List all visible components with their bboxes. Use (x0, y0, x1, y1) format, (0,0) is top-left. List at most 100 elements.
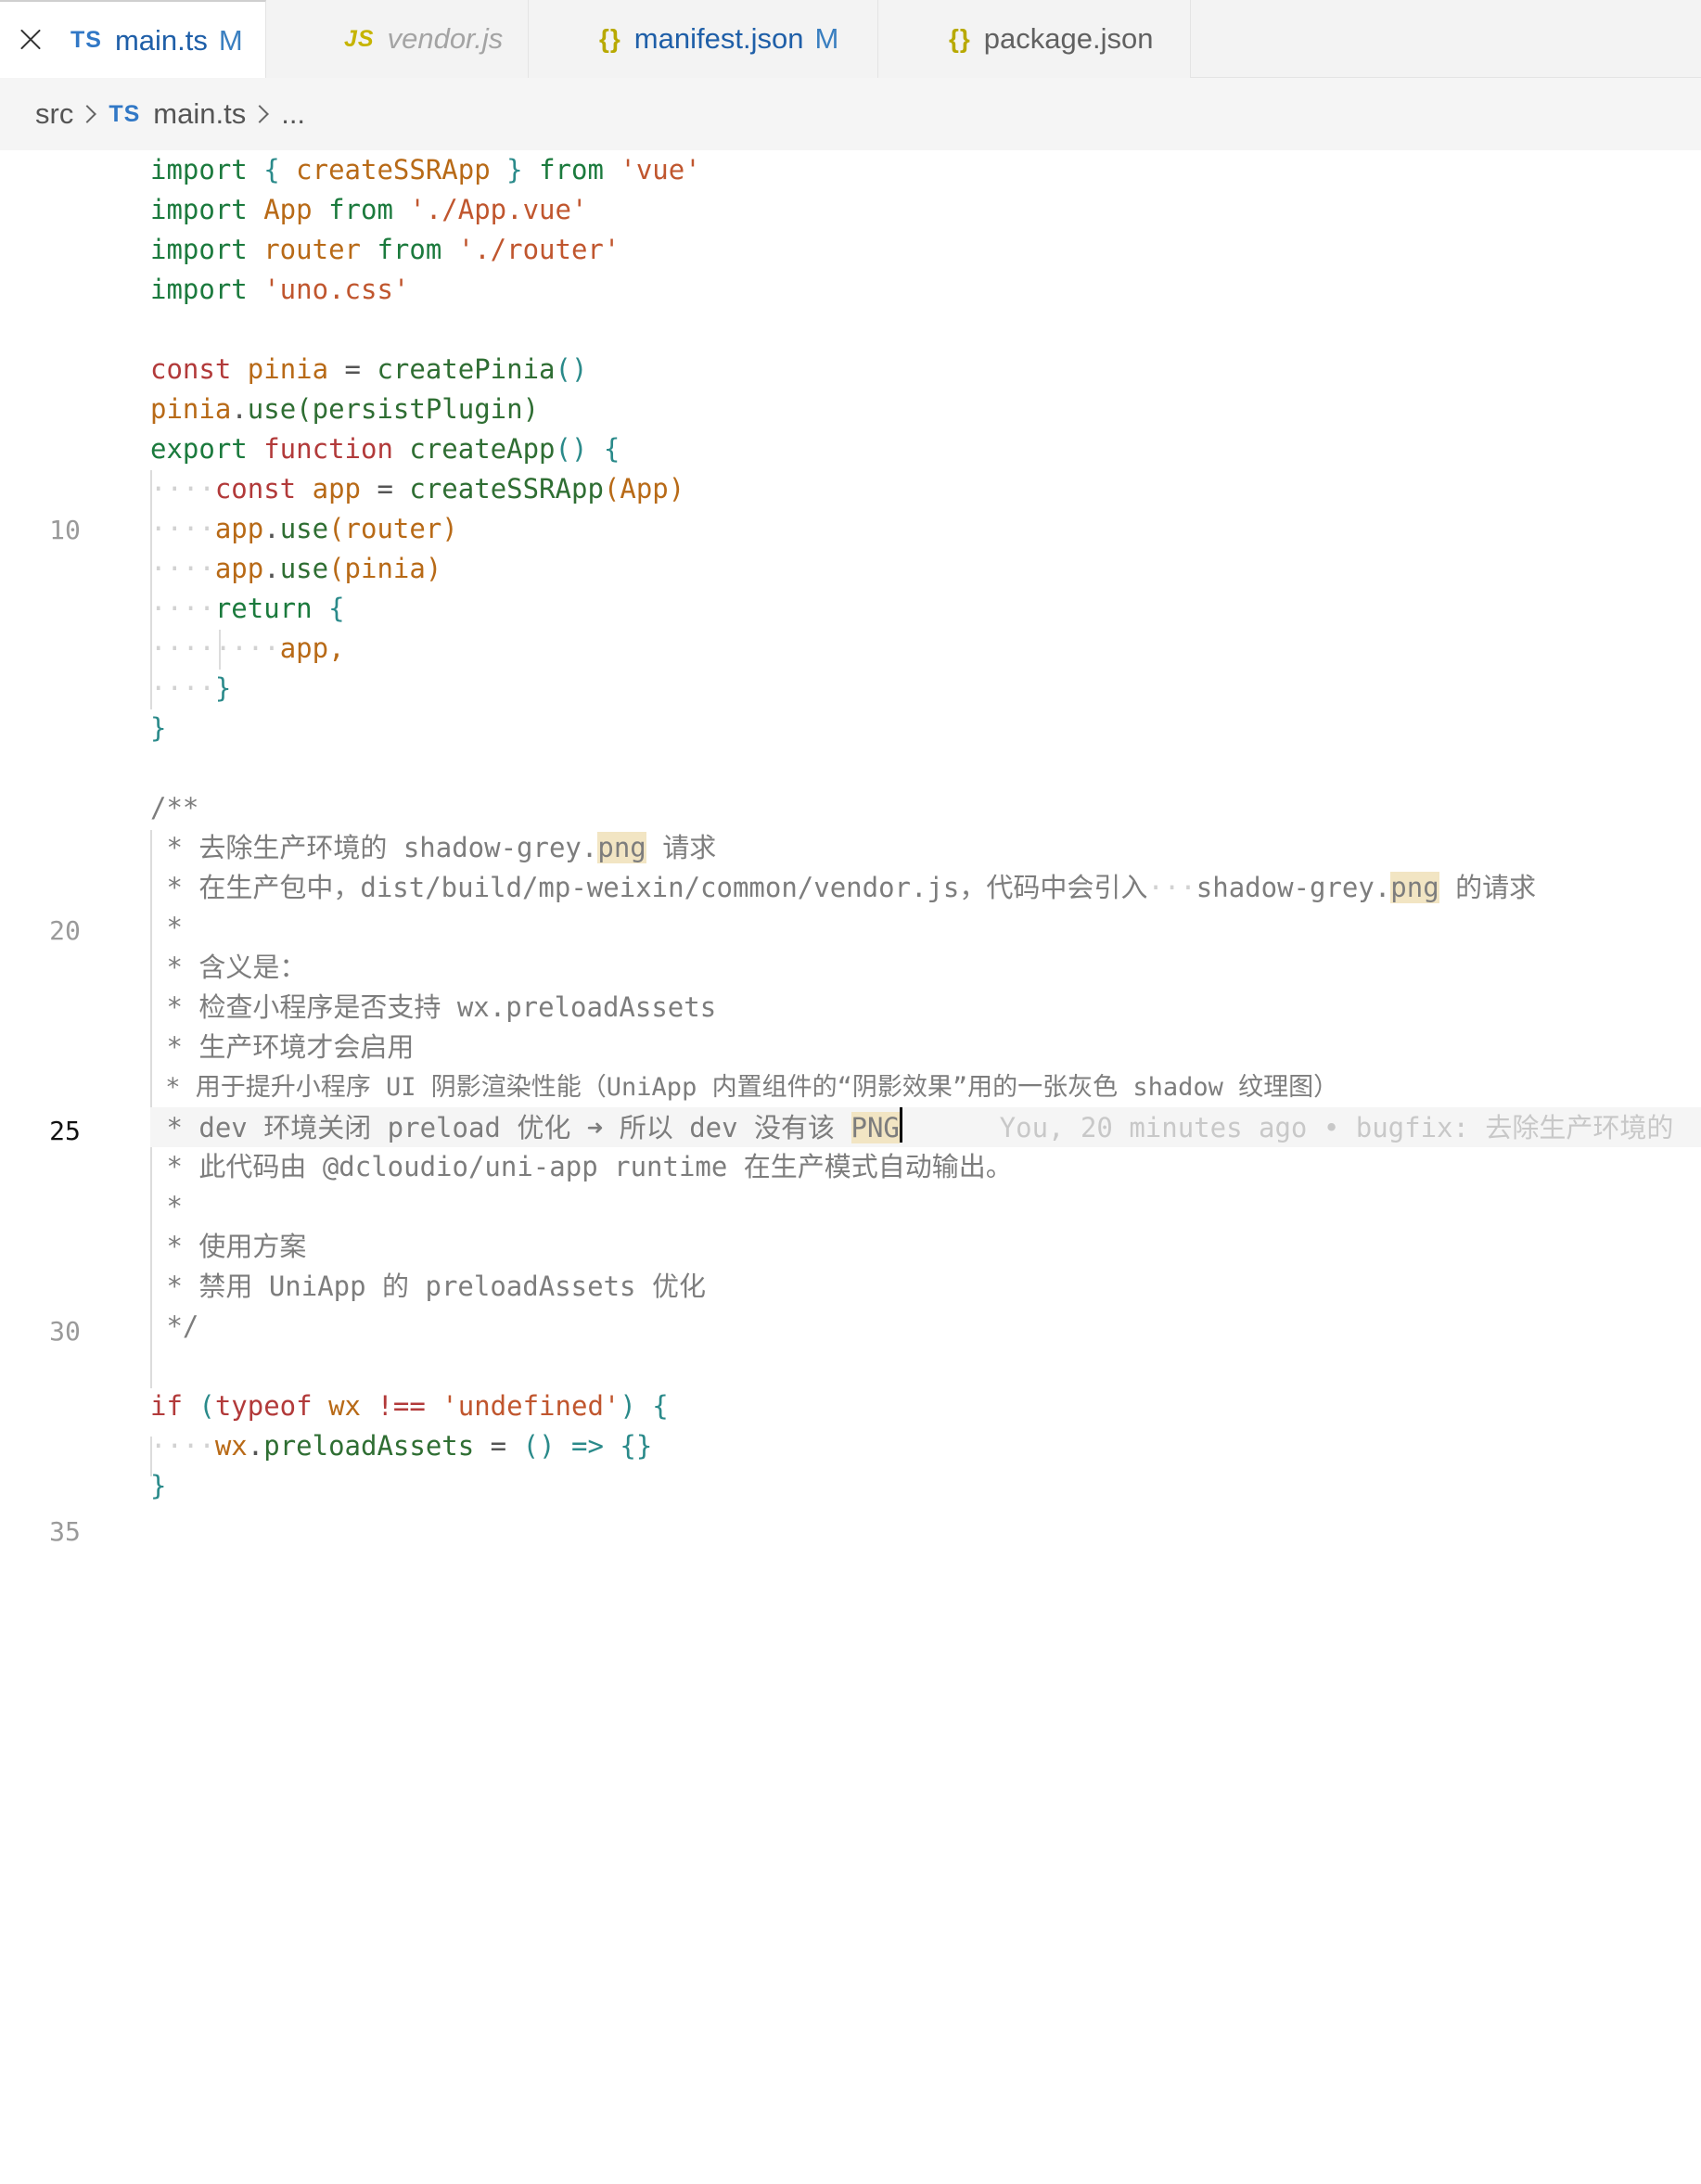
operator: = (474, 1430, 523, 1462)
code-line: ····app.use(pinia) (150, 549, 441, 589)
punctuation: . (231, 393, 248, 425)
punctuation: . (263, 513, 280, 544)
comment-line: * 去除生产环境的 shadow-grey.png 请求 (150, 828, 716, 868)
tab-manifest-json[interactable]: {} manifest.json M (529, 0, 878, 78)
punctuation: } (150, 1470, 167, 1501)
comment-text: * 去除生产环境的 shadow-grey. (150, 832, 598, 863)
punctuation: ) { (620, 1390, 669, 1422)
editor-tab-bar: TS main.ts M JS vendor.js {} manifest.js… (0, 0, 1701, 79)
function-name: createApp (409, 433, 556, 465)
operator: = (377, 473, 410, 504)
punctuation: () => {} (522, 1430, 653, 1462)
identifier: app (214, 513, 264, 544)
punctuation: } (214, 672, 232, 704)
keyword: import (150, 274, 248, 305)
code-line: } (150, 1466, 166, 1506)
typescript-file-icon: TS (70, 27, 102, 53)
comment-line: * 在生产包中，dist/build/mp-weixin/common/vend… (150, 868, 1536, 908)
whitespace-marker: ···· (150, 593, 215, 624)
tab-label: vendor.js (387, 22, 504, 55)
identifier: pinia (150, 393, 232, 425)
string: 'undefined' (425, 1390, 620, 1422)
code-editor[interactable]: 10 20 25 30 35 import { createSSRApp } f… (0, 150, 1701, 1577)
tab-vendor-js[interactable]: JS vendor.js (266, 0, 529, 78)
code-line: import App from './App.vue' (150, 190, 587, 230)
comment-line: * (150, 912, 183, 943)
line-number: 35 (49, 1516, 81, 1547)
identifier: app (214, 553, 264, 584)
code-line: ····const app = createSSRApp(App) (150, 469, 684, 509)
chevron-right-icon (250, 105, 270, 123)
javascript-file-icon: JS (344, 25, 375, 52)
git-blame-annotation[interactable]: You, 20 minutes ago • bugfix: 去除生产环境的 (902, 1112, 1674, 1143)
line-number: 10 (49, 515, 81, 545)
identifier: wx (214, 1430, 248, 1462)
comment-line: */ (150, 1310, 199, 1342)
keyword: return (214, 593, 313, 624)
identifier: wx (312, 1390, 377, 1422)
modified-indicator: M (218, 23, 243, 57)
string: 'uno.css' (247, 274, 410, 305)
arguments: (pinia) (328, 553, 442, 584)
keyword: import (150, 194, 248, 225)
punctuation: } (150, 712, 167, 744)
breadcrumb-file[interactable]: main.ts (153, 97, 246, 131)
code-line: export function createApp() { (150, 429, 620, 469)
comment-text: 请求 (646, 832, 717, 863)
comment-line: /** (150, 792, 199, 824)
function-name: createPinia (377, 353, 556, 385)
keyword: const (214, 473, 297, 504)
breadcrumb: src TS main.ts ... (0, 78, 1701, 150)
code-line: import 'uno.css' (150, 270, 409, 310)
whitespace-marker: ··· (1147, 872, 1196, 903)
keyword: typeof (214, 1390, 313, 1422)
line-number: 20 (49, 915, 81, 946)
comment-text: * 在生产包中，dist/build/mp-weixin/common/vend… (150, 872, 1148, 903)
whitespace-marker: ···· (150, 553, 215, 584)
breadcrumb-folder[interactable]: src (35, 97, 73, 131)
typescript-file-icon: TS (109, 100, 141, 127)
comment-line: * 使用方案 (150, 1231, 307, 1262)
modified-indicator: M (814, 22, 839, 55)
function-name: preloadAssets (263, 1430, 475, 1462)
tab-label: package.json (983, 22, 1154, 55)
identifier: createSSRApp (296, 154, 491, 185)
code-content: import { createSSRApp } from 'vue' impor… (150, 150, 1701, 1577)
comment-text: 的请求 (1439, 872, 1537, 903)
string: './App.vue' (392, 194, 588, 225)
comment-line: * (150, 1191, 183, 1222)
breadcrumb-symbols[interactable]: ... (281, 97, 305, 131)
line-number-current: 25 (49, 1116, 81, 1146)
identifier: pinia (231, 353, 345, 385)
code-line: ····} (150, 669, 231, 709)
identifier: app, (279, 632, 345, 664)
search-match: PNG (850, 1112, 900, 1143)
string: './router' (441, 234, 620, 265)
function-name: use (279, 513, 329, 544)
punctuation: ( (182, 1390, 215, 1422)
keyword: import (150, 234, 248, 265)
current-line: * dev 环境关闭 preload 优化 ➜ 所以 dev 没有该 PNG Y… (150, 1107, 1701, 1147)
operator: !== (377, 1390, 426, 1422)
operator: = (344, 353, 377, 385)
json-file-icon: {} (599, 24, 621, 53)
punctuation: . (263, 553, 280, 584)
code-line: } (150, 709, 166, 748)
punctuation: () (555, 353, 588, 385)
code-line: import router from './router' (150, 230, 620, 270)
keyword: from (328, 194, 393, 225)
comment-line: * 检查小程序是否支持 wx.preloadAssets (150, 991, 717, 1023)
comment-text: shadow-grey. (1196, 872, 1391, 903)
close-icon[interactable] (17, 25, 45, 53)
punctuation: } (490, 154, 540, 185)
comment-text: * dev 环境关闭 preload 优化 ➜ 所以 dev 没有该 (150, 1112, 851, 1143)
punctuation: () { (555, 433, 620, 465)
tab-main-ts[interactable]: TS main.ts M (0, 0, 266, 79)
arguments: (App) (603, 473, 685, 504)
whitespace-marker: ········ (150, 632, 280, 664)
line-number: 30 (49, 1316, 81, 1347)
search-match: png (1390, 872, 1439, 903)
code-line: ····wx.preloadAssets = () => {} (150, 1426, 652, 1466)
tab-package-json[interactable]: {} package.json (878, 0, 1191, 78)
comment-line: * 用于提升小程序 UI 阴影渲染性能（UniApp 内置组件的“阴影效果”用的… (150, 1073, 1339, 1102)
